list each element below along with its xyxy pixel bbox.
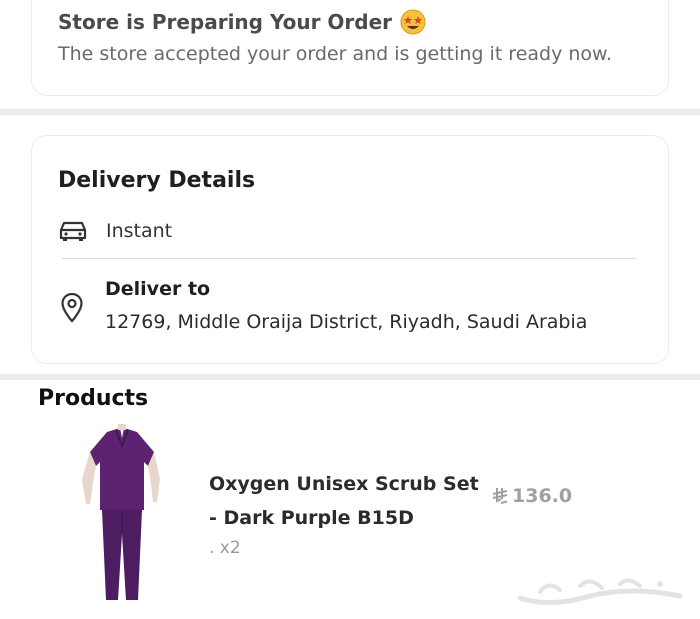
delivery-divider [62, 258, 636, 259]
delivery-method-label: Instant [106, 220, 173, 242]
delivery-details-title: Delivery Details [58, 168, 256, 193]
order-status-title: Store is Preparing Your Order [58, 9, 426, 35]
section-divider [0, 109, 700, 115]
delivery-method-row: Instant [58, 216, 172, 246]
delivery-details-card: Delivery Details Instant Deliver to 1276… [31, 135, 669, 364]
order-status-description: The store accepted your order and is get… [58, 43, 612, 65]
product-quantity: . x2 [209, 538, 241, 558]
purple-scrub-set-image[interactable] [72, 424, 172, 604]
product-price-value: 136.0 [512, 485, 573, 507]
car-icon [59, 221, 87, 241]
location-pin-icon [61, 292, 83, 323]
product-price: 136.0 [492, 485, 572, 507]
status-title-text: Store is Preparing Your Order [58, 10, 393, 34]
delivery-address: 12769, Middle Oraija District, Riyadh, S… [105, 311, 588, 333]
deliver-to-label: Deliver to [105, 278, 211, 300]
saudi-riyal-icon [492, 488, 508, 504]
product-name[interactable]: Oxygen Unisex Scrub Set - Dark Purple B1… [209, 467, 489, 535]
order-status-card: Store is Preparing Your Order The store … [31, 0, 669, 96]
products-section-title: Products [38, 386, 149, 411]
haraj-watermark-logo [517, 578, 683, 606]
star-struck-emoji-icon [400, 9, 426, 35]
section-divider [0, 374, 700, 380]
